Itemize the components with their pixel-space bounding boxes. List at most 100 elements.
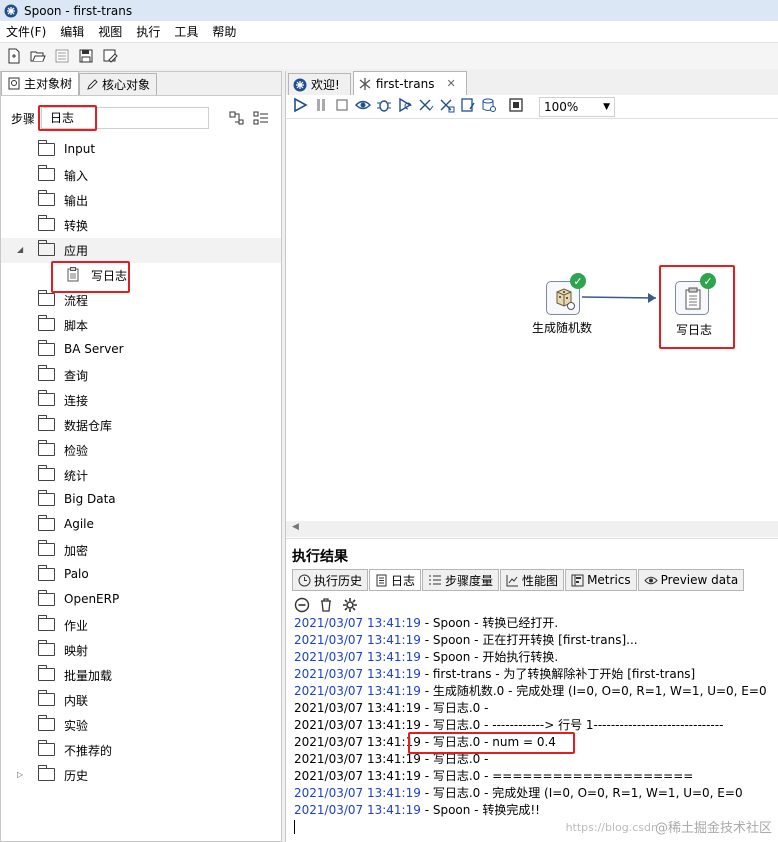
folder-icon bbox=[37, 590, 55, 606]
tree-item-statistics[interactable]: 统计 bbox=[1, 463, 281, 488]
folder-icon bbox=[37, 315, 55, 331]
settings-gear-icon[interactable] bbox=[342, 597, 358, 616]
watermark-url: https://blog.csdn bbox=[565, 821, 658, 834]
impact-icon[interactable] bbox=[439, 97, 455, 116]
watermark-text: @稀土掘金技术社区 bbox=[654, 821, 772, 836]
tree-item-mapping[interactable]: 映射 bbox=[1, 638, 281, 663]
tab-main-tree[interactable]: 主对象树 bbox=[1, 71, 80, 95]
tree-item-flow[interactable]: 流程 bbox=[1, 288, 281, 313]
tree-item-input[interactable]: Input bbox=[1, 138, 281, 163]
expanded-arrow-icon[interactable]: ◢ bbox=[17, 245, 23, 254]
tree-item-big-data[interactable]: Big Data bbox=[1, 488, 281, 513]
menu-view[interactable]: 视图 bbox=[92, 23, 130, 40]
folder-icon bbox=[37, 290, 55, 306]
tree-item-lookup[interactable]: 查询 bbox=[1, 363, 281, 388]
tree-item-openerp[interactable]: OpenERP bbox=[1, 588, 281, 613]
metrics-icon bbox=[571, 574, 584, 586]
tree-item-validation[interactable]: 检验 bbox=[1, 438, 281, 463]
preview-icon[interactable] bbox=[355, 97, 371, 116]
explore-repo-button[interactable] bbox=[52, 46, 72, 66]
transformation-canvas[interactable]: ✓ 生成随机数 ✓ 写日志 bbox=[286, 121, 778, 539]
tab-performance-graph[interactable]: 性能图 bbox=[500, 569, 565, 591]
menu-edit[interactable]: 编辑 bbox=[54, 23, 92, 40]
tab-core-objects[interactable]: 核心对象 bbox=[79, 73, 158, 95]
menu-tools[interactable]: 工具 bbox=[168, 23, 206, 40]
new-file-button[interactable] bbox=[4, 46, 24, 66]
open-folder-icon bbox=[30, 51, 46, 62]
title-bar: Spoon - first-trans bbox=[0, 0, 778, 21]
open-file-button[interactable] bbox=[28, 46, 48, 66]
log-line: 2021/03/07 13:41:19 - first-trans - 为了转换… bbox=[294, 667, 696, 681]
tab-preview-data[interactable]: Preview data bbox=[637, 569, 745, 591]
success-check-icon: ✓ bbox=[570, 273, 586, 289]
tree-item-palo[interactable]: Palo bbox=[1, 563, 281, 588]
menu-help[interactable]: 帮助 bbox=[206, 23, 244, 40]
tree-item-history[interactable]: ▷ 历史 bbox=[1, 763, 281, 788]
log-toolbar bbox=[294, 597, 358, 616]
clear-log-icon[interactable] bbox=[294, 597, 310, 616]
tab-welcome[interactable]: 欢迎! bbox=[288, 73, 351, 95]
log-line: 2021/03/07 13:41:19 - 生成随机数.0 - 完成处理 (I=… bbox=[294, 684, 767, 698]
database-explore-icon[interactable] bbox=[481, 97, 497, 116]
tree-item-bulk-loading[interactable]: 批量加载 bbox=[1, 663, 281, 688]
tree-item-encryption[interactable]: 加密 bbox=[1, 538, 281, 563]
tree-item-job[interactable]: 作业 bbox=[1, 613, 281, 638]
save-as-icon bbox=[103, 49, 118, 63]
tree-item-deprecated[interactable]: 不推荐的 bbox=[1, 738, 281, 763]
log-output[interactable]: 2021/03/07 13:41:19 - Spoon - 转换已经打开. 20… bbox=[286, 615, 778, 842]
folder-icon bbox=[37, 415, 55, 431]
show-results-icon[interactable] bbox=[508, 97, 524, 116]
tree-item-agile[interactable]: Agile bbox=[1, 513, 281, 538]
folder-icon bbox=[37, 340, 55, 356]
menu-file[interactable]: 文件(F) bbox=[0, 23, 54, 40]
verify-icon[interactable] bbox=[418, 97, 434, 116]
tree-item-application[interactable]: ◢ 应用 bbox=[1, 238, 281, 263]
close-tab-icon[interactable]: ✕ bbox=[446, 77, 455, 90]
stop-icon[interactable] bbox=[334, 97, 350, 116]
zoom-select[interactable]: 100% ▼ bbox=[539, 96, 615, 117]
tab-first-trans[interactable]: first-trans ✕ bbox=[352, 71, 467, 95]
run-icon[interactable] bbox=[292, 97, 308, 116]
folder-icon bbox=[37, 740, 55, 756]
tab-execution-history[interactable]: 执行历史 bbox=[292, 569, 369, 591]
transformation-icon bbox=[359, 77, 371, 90]
editor-tabs: 欢迎! first-trans ✕ bbox=[286, 71, 778, 95]
save-button[interactable] bbox=[76, 46, 96, 66]
tab-log[interactable]: 日志 bbox=[369, 569, 422, 591]
delete-icon[interactable] bbox=[318, 597, 334, 616]
log-line: 2021/03/07 13:41:19 - 写日志.0 - ==========… bbox=[294, 769, 694, 783]
horizontal-scrollbar[interactable]: ◀ bbox=[286, 521, 778, 537]
tab-step-metrics-label: 步骤度量 bbox=[445, 573, 494, 588]
collapsed-arrow-icon[interactable]: ▷ bbox=[17, 770, 23, 779]
log-line: 2021/03/07 13:41:19 - Spoon - 正在打开转换 [fi… bbox=[294, 633, 638, 647]
tab-metrics[interactable]: Metrics bbox=[565, 569, 637, 591]
tree-item-write-log[interactable]: 写日志 bbox=[1, 263, 281, 288]
debug-icon[interactable] bbox=[376, 97, 392, 116]
tree-item-transform[interactable]: 转换 bbox=[1, 213, 281, 238]
sql-icon[interactable] bbox=[460, 97, 476, 116]
collapse-all-icon[interactable] bbox=[229, 110, 245, 126]
eye-icon bbox=[643, 576, 658, 584]
tree-item-output[interactable]: 输出 bbox=[1, 188, 281, 213]
tree-item-script[interactable]: 脚本 bbox=[1, 313, 281, 338]
folder-icon bbox=[37, 665, 55, 681]
tree-item-joins[interactable]: 连接 bbox=[1, 388, 281, 413]
pause-icon[interactable] bbox=[313, 97, 329, 116]
tree-item-inline[interactable]: 内联 bbox=[1, 688, 281, 713]
tree-item-ba-server[interactable]: BA Server bbox=[1, 338, 281, 363]
expand-all-icon[interactable] bbox=[253, 110, 269, 126]
tree-item-input-cn[interactable]: 输入 bbox=[1, 163, 281, 188]
tree-item-experimental[interactable]: 实验 bbox=[1, 713, 281, 738]
folder-icon bbox=[37, 240, 55, 256]
replay-icon[interactable] bbox=[397, 97, 413, 116]
tab-execution-history-label: 执行历史 bbox=[314, 573, 363, 588]
left-panel: 主对象树 核心对象 步骤 日志 Input 输入 输出 转换 ◢ 应用 写日志 流… bbox=[0, 71, 282, 842]
tab-step-metrics[interactable]: 步骤度量 bbox=[422, 569, 500, 591]
folder-icon bbox=[37, 540, 55, 556]
menu-run[interactable]: 执行 bbox=[130, 23, 168, 40]
save-as-button[interactable] bbox=[100, 46, 120, 66]
folder-icon bbox=[37, 690, 55, 706]
tree-item-data-warehouse[interactable]: 数据仓库 bbox=[1, 413, 281, 438]
scroll-left-icon[interactable]: ◀ bbox=[292, 522, 299, 532]
tree-icon bbox=[8, 77, 20, 90]
